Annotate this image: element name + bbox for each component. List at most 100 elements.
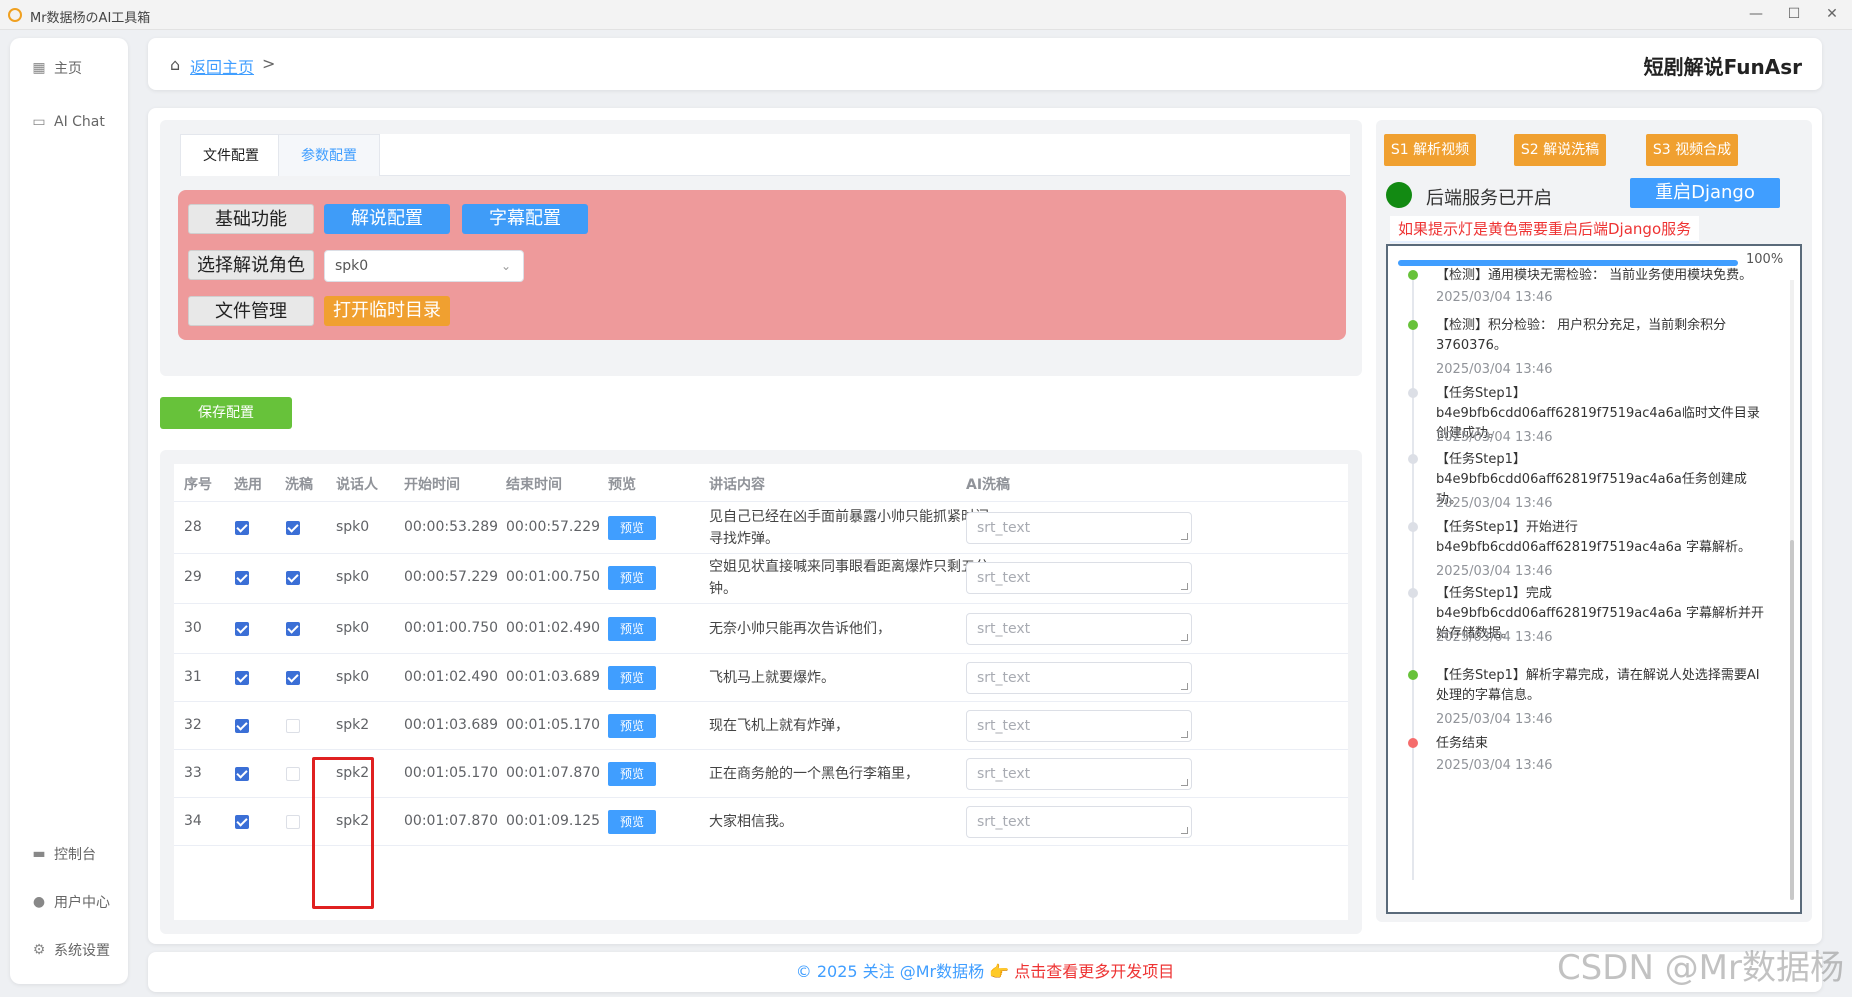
save-config-button[interactable]: 保存配置 bbox=[160, 397, 292, 429]
timeline-dot bbox=[1408, 388, 1418, 398]
step2-narration-wash-button[interactable]: S2 解说洗稿 bbox=[1514, 134, 1606, 166]
end-time-cell: 00:01:09.125 bbox=[506, 813, 601, 829]
sidebar-item-label: 主页 bbox=[54, 61, 82, 77]
open-temp-dir-button[interactable]: 打开临时目录 bbox=[324, 296, 450, 326]
wash-checkbox[interactable] bbox=[286, 521, 300, 535]
use-checkbox[interactable] bbox=[235, 521, 249, 535]
close-icon[interactable]: ✕ bbox=[1822, 4, 1842, 24]
restart-warning: 如果提示灯是黄色需要重启后端Django服务 bbox=[1390, 216, 1700, 243]
back-home-link[interactable]: 返回主页 bbox=[190, 54, 254, 78]
preview-button[interactable]: 预览 bbox=[608, 617, 656, 641]
chat-icon: ▭ bbox=[32, 114, 46, 130]
ai-wash-textarea[interactable]: srt_text bbox=[966, 512, 1192, 544]
wash-checkbox[interactable] bbox=[286, 767, 300, 781]
wash-checkbox[interactable] bbox=[286, 719, 300, 733]
start-time-cell: 00:00:57.229 bbox=[404, 569, 499, 585]
start-time-cell: 00:01:05.170 bbox=[404, 765, 499, 781]
table-row: 31 spk0 00:01:02.490 00:01:03.689 预览 飞机马上就要爆炸… bbox=[174, 654, 1348, 702]
ai-wash-textarea[interactable]: srt_text bbox=[966, 710, 1192, 742]
breadcrumb-separator: > bbox=[262, 54, 276, 73]
log-entry-time: 2025/03/04 13:46 bbox=[1436, 758, 1553, 773]
start-time-cell: 00:00:53.289 bbox=[404, 519, 499, 535]
speech-content-cell: 大家相信我。 bbox=[709, 814, 793, 830]
task-log-box: 100% 【检测】通用模块无需检验： 当前业务使用模块免费。 2025/03/04… bbox=[1386, 244, 1802, 914]
user-icon: ● bbox=[32, 894, 46, 910]
step1-parse-video-button[interactable]: S1 解析视频 bbox=[1384, 134, 1476, 166]
role-select[interactable]: spk0 ⌄ bbox=[324, 250, 524, 282]
start-time-cell: 00:01:07.870 bbox=[404, 813, 499, 829]
grid-icon: ▦ bbox=[32, 60, 46, 76]
preview-button[interactable]: 预览 bbox=[608, 516, 656, 540]
config-panel: 文件配置 参数配置 基础功能 解说配置 字幕配置 选择解说角色 spk0 ⌄ 文… bbox=[160, 120, 1362, 376]
table-header: 序号 选用 洗稿 说话人 开始时间 结束时间 预览 讲话内容 AI洗稿 bbox=[174, 464, 1348, 502]
sidebar-item-home[interactable]: ▦ 主页 bbox=[32, 58, 82, 78]
use-checkbox[interactable] bbox=[235, 815, 249, 829]
step3-video-compose-button[interactable]: S3 视频合成 bbox=[1646, 134, 1738, 166]
speaker-cell: spk0 bbox=[336, 569, 370, 585]
basic-function-button[interactable]: 基础功能 bbox=[188, 204, 314, 234]
sidebar: ▦ 主页 ▭ AI Chat ▬ 控制台 ● 用户中心 ⚙ 系统设置 bbox=[10, 38, 128, 984]
subtitle-config-button[interactable]: 字幕配置 bbox=[462, 204, 588, 234]
wash-checkbox[interactable] bbox=[286, 622, 300, 636]
log-entry-time: 2025/03/04 13:46 bbox=[1436, 362, 1553, 377]
wash-checkbox[interactable] bbox=[286, 571, 300, 585]
speech-content-cell: 现在飞机上就有炸弹， bbox=[709, 718, 849, 734]
col-preview: 预览 bbox=[608, 477, 636, 493]
speech-content-cell: 见自己已经在凶手面前暴露小帅只能抓紧时间寻找炸弹。 bbox=[709, 509, 989, 547]
file-manage-button[interactable]: 文件管理 bbox=[188, 296, 314, 326]
gear-icon: ⚙ bbox=[32, 942, 46, 958]
ai-wash-textarea[interactable]: srt_text bbox=[966, 758, 1192, 790]
narration-config-button[interactable]: 解说配置 bbox=[324, 204, 450, 234]
row-index: 31 bbox=[184, 669, 202, 685]
use-checkbox[interactable] bbox=[235, 767, 249, 781]
speaker-cell: spk2 bbox=[336, 717, 370, 733]
more-projects-link[interactable]: 点击查看更多开发项目 bbox=[1014, 962, 1174, 981]
ai-wash-textarea[interactable]: srt_text bbox=[966, 806, 1192, 838]
sidebar-item-label: 控制台 bbox=[54, 847, 96, 863]
col-use: 选用 bbox=[234, 477, 262, 493]
use-checkbox[interactable] bbox=[235, 622, 249, 636]
log-scrollbar-thumb[interactable] bbox=[1790, 540, 1794, 900]
speaker-cell: spk0 bbox=[336, 519, 370, 535]
preview-button[interactable]: 预览 bbox=[608, 566, 656, 590]
restart-django-button[interactable]: 重启Django bbox=[1630, 178, 1780, 208]
speaker-cell: spk0 bbox=[336, 620, 370, 636]
col-index: 序号 bbox=[184, 477, 212, 493]
monitor-icon: ▬ bbox=[32, 846, 46, 862]
backend-status-text: 后端服务已开启 bbox=[1426, 188, 1552, 209]
timeline-dot bbox=[1408, 670, 1418, 680]
preview-button[interactable]: 预览 bbox=[608, 810, 656, 834]
page-title: 短剧解说FunAsr bbox=[1643, 55, 1802, 79]
tab-file-config[interactable]: 文件配置 bbox=[180, 134, 282, 176]
start-time-cell: 00:01:03.689 bbox=[404, 717, 499, 733]
preview-button[interactable]: 预览 bbox=[608, 714, 656, 738]
task-panel: S1 解析视频 S2 解说洗稿 S3 视频合成 后端服务已开启 重启Django… bbox=[1376, 120, 1812, 922]
minimize-icon[interactable]: — bbox=[1746, 4, 1766, 24]
use-checkbox[interactable] bbox=[235, 671, 249, 685]
choose-role-button[interactable]: 选择解说角色 bbox=[188, 250, 314, 280]
preview-button[interactable]: 预览 bbox=[608, 762, 656, 786]
use-checkbox[interactable] bbox=[235, 719, 249, 733]
wash-checkbox[interactable] bbox=[286, 671, 300, 685]
tab-param-config[interactable]: 参数配置 bbox=[278, 134, 380, 176]
sidebar-item-settings[interactable]: ⚙ 系统设置 bbox=[32, 940, 110, 960]
table-row: 28 spk0 00:00:53.289 00:00:57.229 预览 见自己已经在凶手… bbox=[174, 502, 1348, 554]
timeline-dot bbox=[1408, 522, 1418, 532]
ai-wash-textarea[interactable]: srt_text bbox=[966, 562, 1192, 594]
log-entry-time: 2025/03/04 13:46 bbox=[1436, 496, 1553, 511]
row-index: 33 bbox=[184, 765, 202, 781]
wash-checkbox[interactable] bbox=[286, 815, 300, 829]
speech-content-cell: 正在商务舱的一个黑色行李箱里， bbox=[709, 766, 919, 782]
use-checkbox[interactable] bbox=[235, 571, 249, 585]
log-scrollbar[interactable] bbox=[1790, 280, 1794, 900]
col-start: 开始时间 bbox=[404, 477, 460, 493]
ai-wash-textarea[interactable]: srt_text bbox=[966, 613, 1192, 645]
sidebar-item-console[interactable]: ▬ 控制台 bbox=[32, 844, 96, 864]
sidebar-item-ai-chat[interactable]: ▭ AI Chat bbox=[32, 114, 105, 130]
maximize-icon[interactable]: ☐ bbox=[1784, 4, 1804, 24]
main-card: 文件配置 参数配置 基础功能 解说配置 字幕配置 选择解说角色 spk0 ⌄ 文… bbox=[148, 108, 1822, 944]
preview-button[interactable]: 预览 bbox=[608, 666, 656, 690]
end-time-cell: 00:01:05.170 bbox=[506, 717, 601, 733]
sidebar-item-user-center[interactable]: ● 用户中心 bbox=[32, 892, 110, 912]
ai-wash-textarea[interactable]: srt_text bbox=[966, 662, 1192, 694]
